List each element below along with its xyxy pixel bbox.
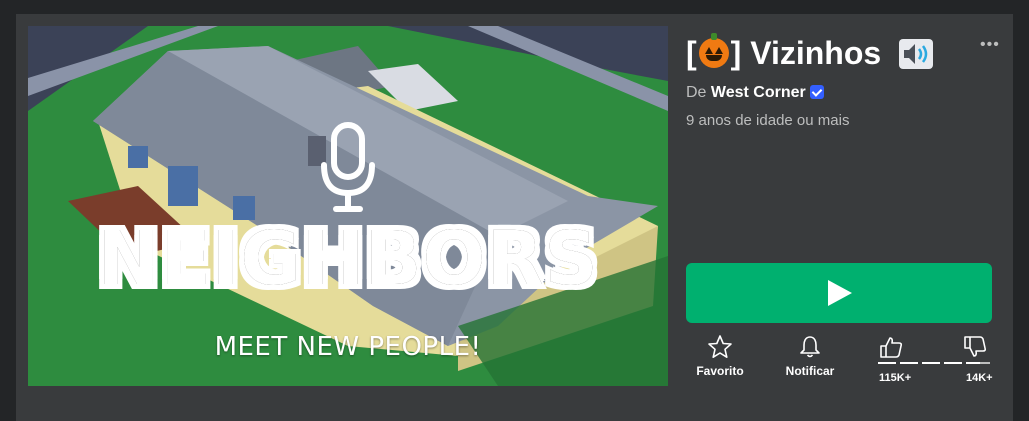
- game-title-prefix: [: [686, 35, 697, 71]
- vote-ratio-bar: [878, 362, 990, 364]
- favorite-button[interactable]: Favorito: [685, 334, 755, 378]
- creator-name-link[interactable]: West Corner: [711, 84, 806, 101]
- microphone-icon: [321, 122, 375, 212]
- star-icon: [708, 335, 732, 359]
- age-rating: 9 anos de idade ou mais: [686, 112, 850, 129]
- more-options-icon[interactable]: •••: [980, 37, 1000, 53]
- bell-icon: [800, 336, 820, 358]
- creator-line: De West Corner: [686, 84, 824, 102]
- upvote-count: 115K+: [879, 372, 912, 384]
- creator-prefix: De: [686, 84, 707, 101]
- game-actions: Favorito Notificar 115K+ 14K+: [685, 334, 993, 386]
- speaker-icon: [899, 39, 934, 69]
- play-button[interactable]: [686, 263, 992, 323]
- game-thumbnail[interactable]: NEIGHBORS MEET NEW PEOPLE!: [28, 26, 668, 386]
- upvote-button[interactable]: [878, 334, 908, 365]
- jack-o-lantern-icon: [698, 33, 729, 68]
- notify-button[interactable]: Notificar: [775, 334, 845, 378]
- play-icon: [828, 280, 852, 306]
- downvote-count: 14K+: [966, 372, 993, 384]
- thumbnail-subtitle: MEET NEW PEOPLE!: [214, 332, 482, 362]
- notify-label: Notificar: [785, 364, 835, 378]
- thumbs-down-icon: [964, 336, 987, 357]
- verified-badge-icon: [809, 85, 824, 99]
- vote-ratio-bar-down: [980, 362, 990, 364]
- game-title: [ ] Vizinhos: [686, 32, 934, 74]
- thumbnail-title: NEIGHBORS: [95, 214, 599, 304]
- game-title-text: ] Vizinhos: [730, 35, 882, 71]
- thumbs-up-icon: [880, 337, 903, 358]
- downvote-button[interactable]: [962, 334, 992, 365]
- favorite-label: Favorito: [696, 364, 744, 378]
